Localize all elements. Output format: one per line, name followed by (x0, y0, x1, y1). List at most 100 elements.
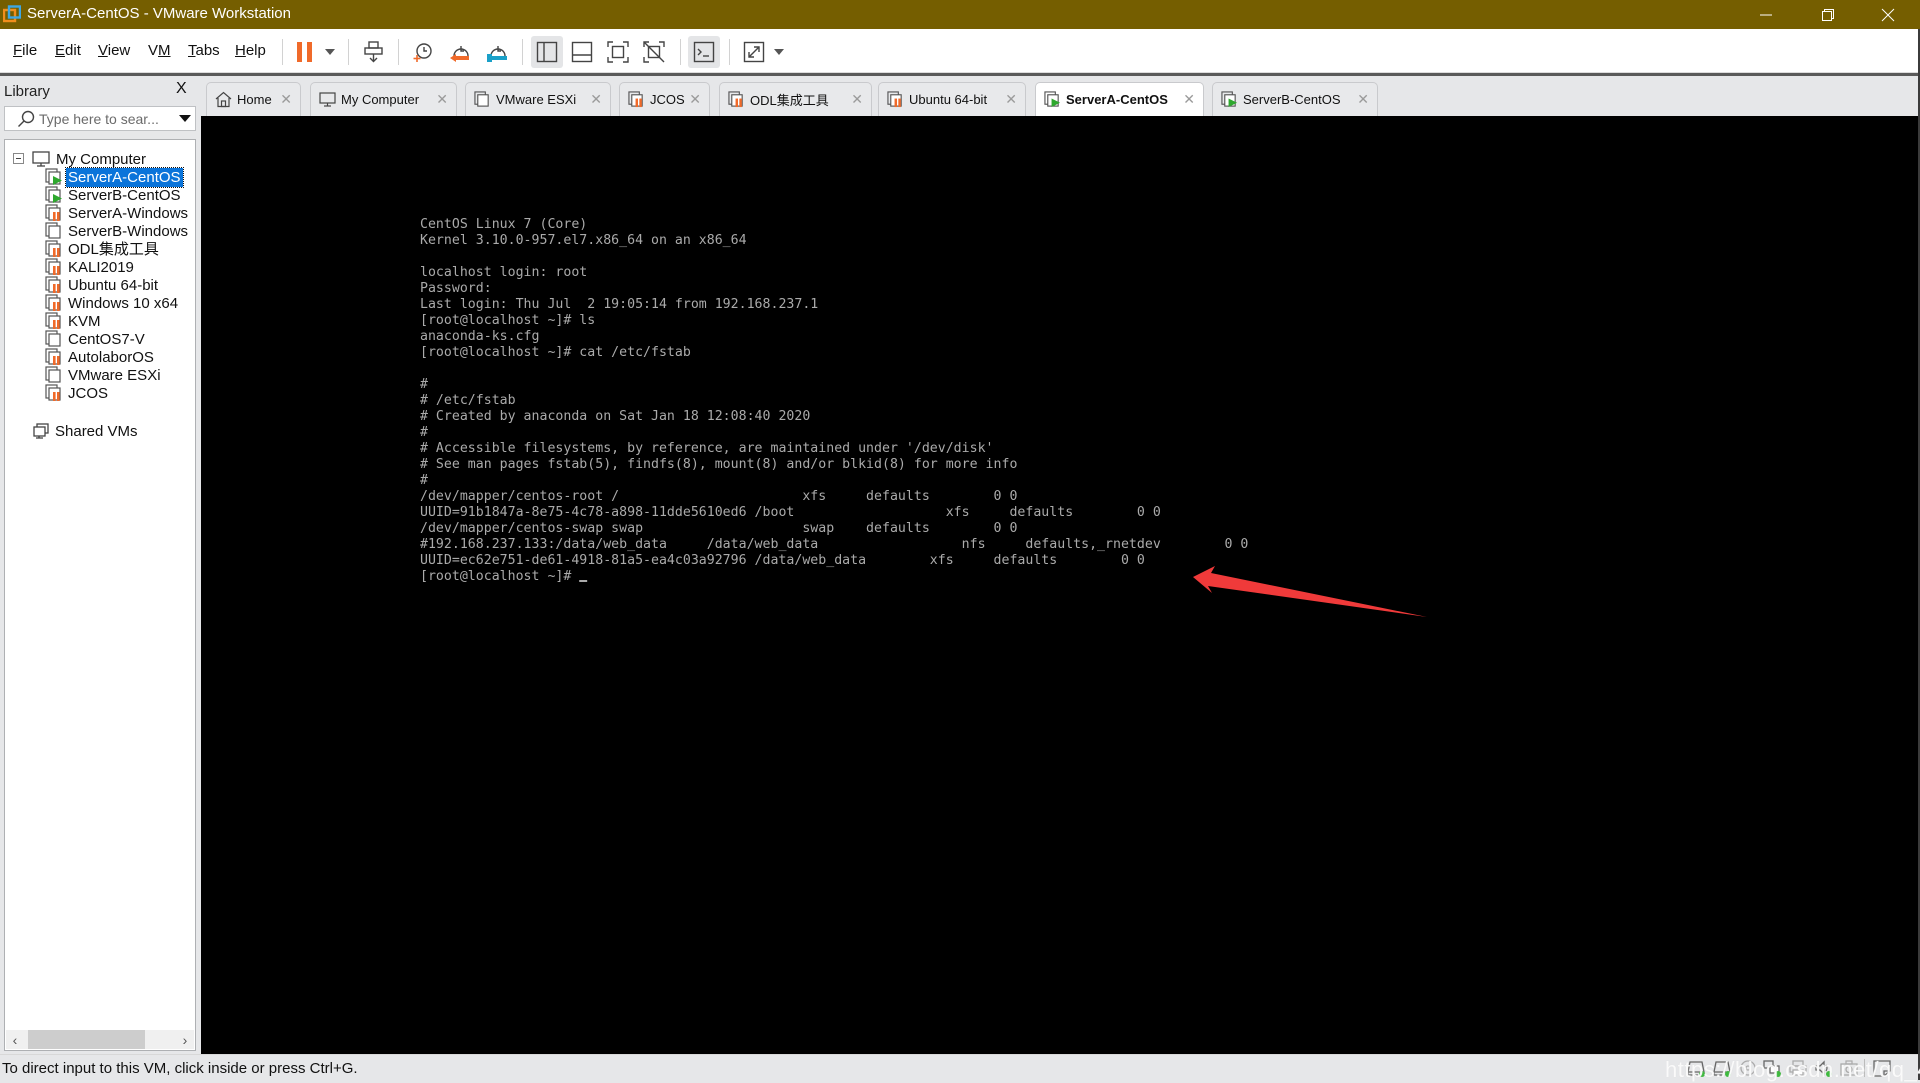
full-screen-button[interactable] (602, 36, 634, 68)
tree-label: KVM (68, 312, 101, 330)
scroll-left-arrow[interactable]: ‹ (6, 1030, 24, 1049)
tab-close-button[interactable]: ✕ (1357, 91, 1369, 108)
tab-jcos[interactable]: JCOS ✕ (619, 82, 710, 116)
chevron-down-icon (774, 49, 784, 55)
menu-view-accel: V (98, 42, 108, 59)
stretch-guest-button[interactable] (738, 36, 770, 68)
tree-item-my-computer[interactable]: My Computer (13, 149, 148, 169)
tab-vmware-esxi[interactable]: VMware ESXi ✕ (465, 82, 611, 116)
tree-item-vm[interactable]: VMware ESXi (45, 365, 163, 385)
library-search-input[interactable] (39, 110, 169, 128)
tab-my-computer[interactable]: My Computer ✕ (310, 82, 457, 116)
unity-button[interactable] (638, 36, 670, 68)
sound-card-icon[interactable] (1813, 1059, 1833, 1077)
minimize-button[interactable] (1743, 0, 1789, 29)
tree-item-vm[interactable]: Ubuntu 64-bit (45, 275, 160, 295)
tree-item-vm[interactable]: ODL集成工具 (45, 239, 161, 259)
close-window-button[interactable] (1865, 0, 1911, 29)
console-line: UUID=ec62e751-de61-4918-81a5-ea4c03a9279… (420, 553, 1145, 568)
power-dropdown-button[interactable] (320, 36, 340, 68)
tab-label: My Computer (341, 92, 420, 107)
toolbar-separator (348, 39, 349, 65)
console-line: Last login: Thu Jul 2 19:05:14 from 192.… (420, 297, 819, 312)
tab-serverb-centos[interactable]: ServerB-CentOS ✕ (1212, 82, 1378, 116)
printer-icon[interactable] (1788, 1059, 1808, 1077)
tab-label: VMware ESXi (496, 92, 577, 107)
tree-item-shared-vms[interactable]: Shared VMs (33, 421, 140, 441)
tab-close-button[interactable]: ✕ (436, 91, 448, 108)
tab-close-button[interactable]: ✕ (689, 91, 701, 108)
tab-label: JCOS (650, 92, 685, 107)
tree-item-vm[interactable]: ServerA-Windows (45, 203, 190, 223)
library-tree: My Computer ServerA-CentOS ServerB-CentOS… (4, 139, 196, 1051)
console-line: UUID=91b1847a-8e75-4c78-a898-11dde5610ed… (420, 505, 1161, 520)
tab-close-button[interactable]: ✕ (1183, 91, 1195, 108)
tree-item-vm[interactable]: ServerB-CentOS (45, 185, 183, 205)
cd-dvd-icon[interactable] (1738, 1059, 1758, 1077)
tree-item-vm[interactable]: JCOS (45, 383, 110, 403)
menu-vm[interactable]: VM (148, 42, 171, 60)
message-log-icon[interactable] (1872, 1059, 1892, 1077)
vm-running-icon (1221, 91, 1238, 108)
tab-close-button[interactable]: ✕ (280, 91, 292, 108)
hard-disk-icon[interactable] (1712, 1059, 1732, 1077)
tree-label: Ubuntu 64-bit (68, 276, 159, 294)
menu-help-rest: elp (245, 42, 266, 59)
menu-file[interactable]: File (13, 42, 37, 60)
tab-servera-centos[interactable]: ServerA-CentOS ✕ (1035, 82, 1204, 116)
tree-label: KALI2019 (68, 258, 134, 276)
tab-ubuntu-64-bit[interactable]: Ubuntu 64-bit ✕ (878, 82, 1026, 116)
tree-item-vm[interactable]: KVM (45, 311, 103, 331)
scrollbar-thumb[interactable] (28, 1030, 145, 1049)
tab-close-button[interactable]: ✕ (1005, 91, 1017, 108)
menu-toolbar-bar: File Edit View VM Tabs Help (0, 29, 1918, 73)
console-line: Password: (420, 281, 492, 296)
collapse-icon[interactable] (13, 153, 25, 165)
tab-odl[interactable]: ODL集成工具 ✕ (719, 82, 872, 116)
console-line: # (420, 377, 428, 392)
unity-icon (643, 41, 665, 63)
library-close-button[interactable]: X (176, 80, 187, 98)
tree-item-vm[interactable]: KALI2019 (45, 257, 136, 277)
show-library-button[interactable] (531, 36, 563, 68)
network-adapter-icon[interactable] (1762, 1059, 1782, 1077)
vm-off-icon (45, 366, 61, 383)
tree-item-vm[interactable]: ServerB-Windows (45, 221, 190, 241)
vm-suspended-icon (45, 384, 61, 401)
camera-icon[interactable] (1839, 1059, 1859, 1077)
revert-snapshot-button[interactable] (444, 36, 476, 68)
restore-button[interactable] (1805, 0, 1851, 29)
suspend-button[interactable] (289, 36, 321, 68)
console-view-button[interactable] (688, 36, 720, 68)
search-dropdown-icon[interactable] (179, 115, 191, 123)
menu-edit[interactable]: Edit (55, 42, 81, 60)
console-line: [root@localhost ~]# cat /etc/fstab (420, 345, 691, 360)
stretch-dropdown-button[interactable] (770, 36, 788, 68)
snapshot-manager-button[interactable] (481, 36, 513, 68)
tab-close-button[interactable]: ✕ (590, 91, 602, 108)
tab-close-button[interactable]: ✕ (851, 91, 863, 108)
vm-off-icon (474, 91, 489, 107)
tab-home[interactable]: Home ✕ (206, 82, 301, 116)
take-snapshot-button[interactable] (407, 36, 439, 68)
console-line: anaconda-ks.cfg (420, 329, 540, 344)
thumbnail-bar-button[interactable] (566, 36, 598, 68)
toolbar-separator (398, 39, 399, 65)
menu-tabs[interactable]: Tabs (188, 42, 220, 60)
tree-item-vm[interactable]: AutolaborOS (45, 347, 156, 367)
vm-suspended-icon (887, 91, 902, 108)
tree-item-vm[interactable]: CentOS7-V (45, 329, 147, 349)
full-screen-icon (607, 41, 629, 63)
menu-help[interactable]: Help (235, 42, 266, 60)
hard-disk-icon[interactable] (1686, 1059, 1706, 1077)
menu-tabs-accel: T (188, 42, 196, 59)
vm-console[interactable]: CentOS Linux 7 (Core) Kernel 3.10.0-957.e… (201, 116, 1918, 1054)
tree-item-vm[interactable]: ServerA-CentOS (45, 166, 184, 188)
scroll-right-arrow[interactable]: › (176, 1030, 194, 1049)
menu-view[interactable]: View (98, 42, 130, 60)
tree-horizontal-scrollbar[interactable]: ‹ › (6, 1030, 194, 1049)
tree-item-vm[interactable]: Windows 10 x64 (45, 293, 180, 313)
vm-running-icon (45, 186, 62, 203)
send-ctrl-alt-del-button[interactable] (358, 36, 390, 68)
tree-label: ODL集成工具 (68, 240, 159, 258)
